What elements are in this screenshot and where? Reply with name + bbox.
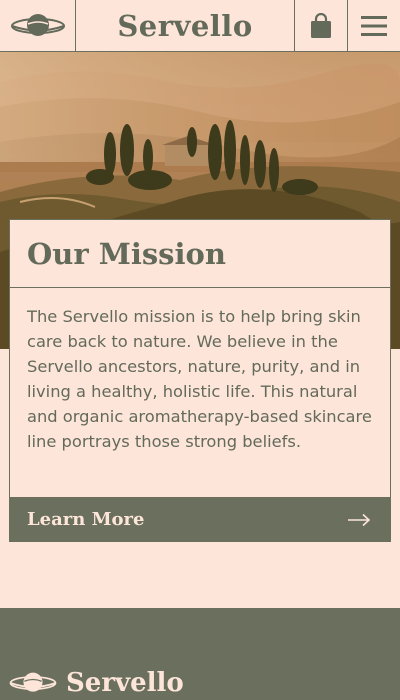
planet-logo-icon	[9, 672, 57, 692]
brand-title[interactable]: Servello	[76, 0, 295, 51]
arrow-right-icon	[348, 513, 371, 526]
mission-card: Our Mission The Servello mission is to h…	[9, 219, 391, 542]
brand-text: Servello	[117, 8, 253, 43]
mission-title-bar: Our Mission	[10, 220, 390, 288]
cart-button[interactable]	[295, 0, 348, 51]
shopping-bag-icon	[311, 12, 331, 38]
mission-body: The Servello mission is to help bring sk…	[27, 307, 372, 451]
site-footer: Servello	[0, 608, 400, 700]
hamburger-menu-icon	[361, 15, 387, 36]
menu-button[interactable]	[348, 0, 400, 51]
logo-link[interactable]	[0, 0, 76, 51]
footer-brand-text: Servello	[66, 668, 184, 698]
footer-logo-link[interactable]: Servello	[8, 668, 184, 698]
planet-logo-icon	[10, 13, 65, 36]
site-header: Servello	[0, 0, 400, 52]
learn-more-button[interactable]: Learn More	[9, 497, 391, 542]
learn-more-label: Learn More	[27, 509, 145, 530]
mission-title: Our Mission	[27, 236, 226, 271]
